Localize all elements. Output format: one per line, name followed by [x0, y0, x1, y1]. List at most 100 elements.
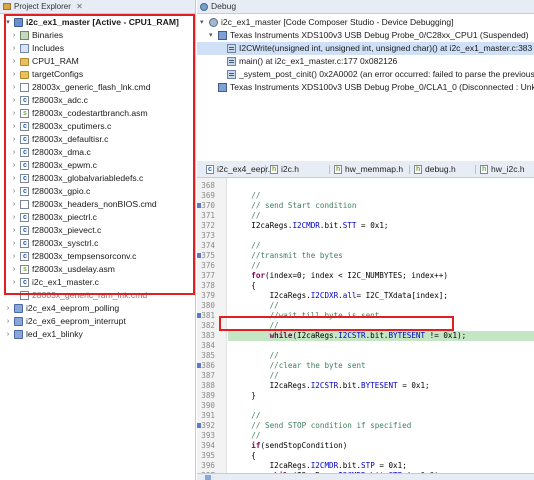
tree-item[interactable]: › f28003x_tempsensorconv.c [0, 250, 195, 263]
expand-toggle-icon[interactable]: ▾ [4, 16, 12, 29]
debug-tree-item[interactable]: I2CWrite(unsigned int, unsigned int, uns… [197, 42, 534, 55]
code-line[interactable]: // [233, 261, 260, 271]
code-line[interactable]: // [233, 411, 260, 421]
expand-toggle-icon[interactable]: ▾ [200, 16, 208, 29]
code-line[interactable]: // [233, 241, 260, 251]
tree-item[interactable]: › f28003x_cputimers.c [0, 120, 195, 133]
line-number: 375 [201, 251, 215, 260]
code-line[interactable]: // [233, 431, 260, 441]
code-line[interactable]: if(sendStopCondition) [233, 441, 347, 451]
c-file-icon [20, 159, 29, 172]
debug-tab[interactable]: Debug [199, 0, 236, 14]
expand-toggle-icon[interactable]: › [10, 263, 18, 276]
code-line[interactable]: I2caRegs.I2CDXR.all= I2C_TXdata[index]; [233, 291, 448, 301]
expand-toggle-icon[interactable]: › [10, 120, 18, 133]
code-line[interactable]: // [233, 321, 279, 331]
debug-tree-item[interactable]: Texas Instruments XDS100v3 USB Debug Pro… [197, 81, 534, 94]
tree-item[interactable]: › CPU1_RAM [0, 55, 195, 68]
tree-item[interactable]: › Binaries [0, 29, 195, 42]
tree-item[interactable]: › f28003x_epwm.c [0, 159, 195, 172]
asm-file-icon [20, 107, 29, 120]
debug-panel: Debug ▾ i2c_ex1_master [Code Composer Stu… [197, 0, 534, 160]
expand-toggle-icon[interactable]: ▾ [209, 29, 217, 42]
tree-item[interactable]: › f28003x_globalvariabledefs.c [0, 172, 195, 185]
tree-item[interactable]: › i2c_ex4_eeprom_polling [0, 302, 195, 315]
tree-item[interactable]: › 28003x_generic_flash_lnk.cmd [0, 81, 195, 94]
expand-toggle-icon[interactable]: › [10, 185, 18, 198]
code-line[interactable]: //transmit the bytes [233, 251, 342, 261]
expand-toggle-icon[interactable]: › [4, 302, 12, 315]
code-line[interactable]: //clear the byte sent [233, 361, 366, 371]
close-icon[interactable]: ✕ [76, 2, 83, 11]
expand-toggle-icon[interactable]: › [10, 172, 18, 185]
debug-tree-item-label: Texas Instruments XDS100v3 USB Debug Pro… [230, 82, 534, 92]
expand-toggle-icon[interactable]: › [10, 198, 18, 211]
tree-item[interactable]: › f28003x_codestartbranch.asm [0, 107, 195, 120]
editor-tab[interactable]: debug.h [409, 162, 456, 177]
expand-toggle-icon[interactable]: › [10, 159, 18, 172]
expand-toggle-icon[interactable]: › [10, 250, 18, 263]
expand-toggle-icon[interactable]: › [4, 315, 12, 328]
tree-item[interactable]: › led_ex1_blinky [0, 328, 195, 341]
expand-toggle-icon[interactable]: › [10, 237, 18, 250]
code-line[interactable]: // send Start condition [233, 201, 356, 211]
tree-item-label: 28003x_generic_ram_lnk.cmd [32, 290, 148, 300]
tree-item[interactable]: › f28003x_piectrl.c [0, 211, 195, 224]
tree-item[interactable]: › targetConfigs [0, 68, 195, 81]
tree-item[interactable]: › f28003x_dma.c [0, 146, 195, 159]
expand-toggle-icon[interactable]: › [10, 55, 18, 68]
expand-toggle-icon[interactable]: › [4, 328, 12, 341]
expand-toggle-icon[interactable]: › [10, 211, 18, 224]
code-line[interactable]: { [233, 281, 256, 291]
code-editor[interactable]: 368 369 370 371 372 373 374 375 376 377 378 379 380 3… [197, 178, 534, 473]
code-line[interactable]: I2caRegs.I2CSTR.bit.BYTESENT = 0x1; [233, 381, 430, 391]
expand-toggle-icon[interactable]: › [10, 146, 18, 159]
tree-item[interactable]: ▾ i2c_ex1_master [Active - CPU1_RAM] [0, 16, 195, 29]
tree-item-label: i2c_ex6_eeprom_interrupt [26, 316, 126, 326]
debug-tree-item[interactable]: _system_post_cinit() 0x2A0002 (an error … [197, 68, 534, 81]
tree-item[interactable]: › i2c_ex6_eeprom_interrupt [0, 315, 195, 328]
tree-item[interactable]: › Includes [0, 42, 195, 55]
expand-toggle-icon[interactable]: › [10, 94, 18, 107]
debug-tree-item[interactable]: ▾ Texas Instruments XDS100v3 USB Debug Pr… [197, 29, 534, 42]
editor-tab[interactable]: hw_i2c.h [475, 162, 525, 177]
expand-toggle-icon[interactable]: › [10, 224, 18, 237]
code-line[interactable]: for(index=0; index < I2C_NUMBYTES; index… [233, 271, 448, 281]
code-line[interactable]: // [233, 191, 260, 201]
editor-tabbar: i2c_ex4_eepr... i2c.h hw_memmap.h debug.h hw… [197, 161, 534, 178]
expand-toggle-icon[interactable]: › [10, 133, 18, 146]
editor-tab[interactable]: i2c.h [265, 162, 299, 177]
code-line[interactable]: // [233, 351, 279, 361]
code-line[interactable]: while(I2caRegs.I2CSTR.bit.BYTESENT != 0x… [233, 331, 467, 341]
code-line[interactable]: I2caRegs.I2CMDR.bit.STT = 0x1; [233, 221, 388, 231]
tree-item[interactable]: › f28003x_defaultisr.c [0, 133, 195, 146]
expand-toggle-icon[interactable]: › [10, 276, 18, 289]
c-file-icon [20, 237, 29, 250]
expand-toggle-icon[interactable]: › [10, 68, 18, 81]
editor-tab[interactable]: hw_memmap.h [329, 162, 403, 177]
expand-toggle-icon[interactable]: › [10, 107, 18, 120]
code-line[interactable]: // [233, 211, 260, 221]
expand-toggle-icon[interactable]: › [10, 81, 18, 94]
code-line[interactable]: I2caRegs.I2CMDR.bit.STP = 0x1; [233, 461, 407, 471]
code-line[interactable]: // [233, 301, 279, 311]
code-line[interactable]: { [233, 451, 256, 461]
project-explorer-tab[interactable]: Project Explorer ✕ [2, 0, 87, 13]
c-file-icon [20, 172, 29, 185]
debug-tree-item[interactable]: ▾ i2c_ex1_master [Code Composer Studio - … [197, 16, 534, 29]
tree-item[interactable]: › f28003x_headers_nonBIOS.cmd [0, 198, 195, 211]
tree-item[interactable]: › f28003x_sysctrl.c [0, 237, 195, 250]
debug-tree-item[interactable]: main() at i2c_ex1_master.c:177 0x082126 [197, 55, 534, 68]
tree-item[interactable]: 28003x_generic_ram_lnk.cmd [0, 289, 195, 302]
code-line[interactable]: // [233, 371, 279, 381]
tree-item[interactable]: › f28003x_gpio.c [0, 185, 195, 198]
expand-toggle-icon[interactable]: › [10, 42, 18, 55]
tree-item[interactable]: › f28003x_usdelay.asm [0, 263, 195, 276]
tree-item[interactable]: › f28003x_adc.c [0, 94, 195, 107]
code-line[interactable]: } [233, 391, 256, 401]
tree-item[interactable]: › i2c_ex1_master.c [0, 276, 195, 289]
code-line[interactable]: // Send STOP condition if specified [233, 421, 411, 431]
code-line[interactable]: //wait till byte is sent [233, 311, 380, 321]
expand-toggle-icon[interactable]: › [10, 29, 18, 42]
tree-item[interactable]: › f28003x_pievect.c [0, 224, 195, 237]
